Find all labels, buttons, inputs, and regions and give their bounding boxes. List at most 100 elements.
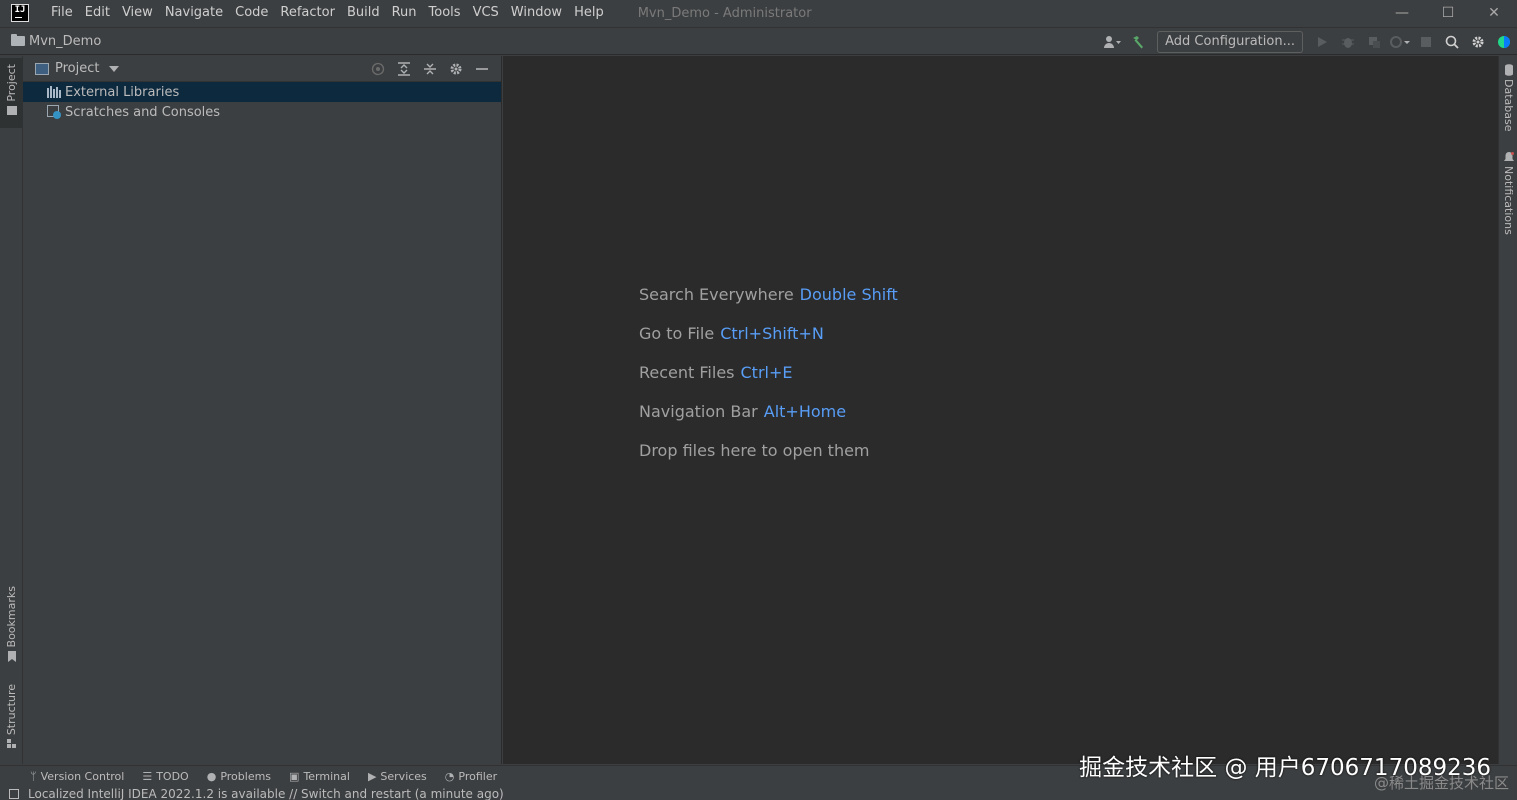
hide-panel-icon[interactable]	[469, 56, 495, 82]
status-bar: Localized IntelliJ IDEA 2022.1.2 is avai…	[0, 787, 1517, 800]
tab-notifications-label: Notifications	[1502, 166, 1515, 235]
hint-keys: Alt+Home	[763, 402, 847, 421]
tab-project[interactable]: Project	[0, 58, 23, 128]
tab-project-label: Project	[5, 64, 18, 102]
menu-window[interactable]: Window	[505, 0, 568, 26]
menu-run[interactable]: Run	[386, 0, 423, 26]
bookmark-icon	[7, 651, 16, 663]
hint-drop-files: Drop files here to open them	[639, 441, 870, 460]
right-tool-strip: Database Notifications	[1498, 56, 1517, 764]
app-logo-icon[interactable]: IJ	[11, 4, 29, 22]
window-title: Mvn_Demo - Administrator	[637, 5, 812, 21]
left-tool-strip: Project Bookmarks Structure	[0, 56, 23, 764]
menu-navigate[interactable]: Navigate	[159, 0, 229, 26]
tab-services[interactable]: ▶ Services	[368, 770, 427, 783]
profiler-icon: ◔	[444, 770, 455, 783]
settings-gear-icon[interactable]	[1465, 29, 1491, 55]
editor-area[interactable]: Search Everywhere Double Shift Go to File…	[503, 56, 1498, 764]
tab-todo[interactable]: ☰ TODO	[142, 770, 188, 783]
notification-bell-icon	[1503, 152, 1514, 161]
project-view-selector[interactable]: Project	[35, 61, 120, 76]
tab-version-control[interactable]: ᛘ Version Control	[30, 770, 124, 783]
tree-item-label: Scratches and Consoles	[65, 104, 221, 120]
hint-keys: Ctrl+Shift+N	[720, 324, 824, 343]
menu-edit[interactable]: Edit	[79, 0, 116, 26]
hint-keys: Double Shift	[799, 285, 898, 304]
menu-view[interactable]: View	[116, 0, 159, 26]
run-icon[interactable]	[1309, 29, 1335, 55]
folder-icon	[11, 34, 25, 46]
branch-icon: ᛘ	[30, 770, 37, 783]
terminal-icon: ▣	[289, 770, 300, 783]
panel-settings-gear-icon[interactable]	[443, 56, 469, 82]
services-icon: ▶	[367, 770, 377, 783]
status-message[interactable]: Localized IntelliJ IDEA 2022.1.2 is avai…	[28, 787, 504, 800]
add-configuration-button[interactable]: Add Configuration...	[1157, 31, 1303, 53]
search-icon[interactable]	[1439, 29, 1465, 55]
tab-bookmarks[interactable]: Bookmarks	[0, 586, 23, 663]
tab-database[interactable]: Database	[1499, 64, 1517, 132]
project-panel-title: Project	[55, 61, 100, 76]
run-with-coverage-icon[interactable]	[1361, 29, 1387, 55]
minimize-button[interactable]: —	[1379, 0, 1425, 26]
project-icon	[35, 62, 49, 75]
title-bar: IJ File Edit View Navigate Code Refactor…	[0, 0, 1517, 26]
menu-help[interactable]: Help	[568, 0, 610, 26]
tab-services-label: Services	[380, 770, 427, 783]
profile-dropdown-icon[interactable]	[1387, 29, 1413, 55]
tab-bookmarks-label: Bookmarks	[5, 586, 18, 648]
tree-item-scratches[interactable]: Scratches and Consoles	[23, 102, 501, 122]
tab-problems-label: Problems	[220, 770, 272, 783]
breadcrumb-project[interactable]: Mvn_Demo	[11, 34, 101, 49]
tab-terminal[interactable]: ▣ Terminal	[289, 770, 350, 783]
project-panel-header: Project	[23, 56, 501, 82]
tab-problems[interactable]: ● Problems	[207, 770, 271, 783]
menu-refactor[interactable]: Refactor	[274, 0, 341, 26]
project-panel: Project External Libraries Scratches and…	[23, 56, 502, 764]
project-panel-tools	[365, 56, 495, 82]
build-hammer-icon[interactable]	[1125, 29, 1151, 55]
debug-icon[interactable]	[1335, 29, 1361, 55]
hint-navigation-bar: Navigation Bar Alt+Home	[639, 402, 846, 421]
chevron-down-icon	[109, 65, 120, 72]
tree-item-external-libraries[interactable]: External Libraries	[23, 82, 501, 102]
collapse-all-icon[interactable]	[417, 56, 443, 82]
hint-action: Go to File	[639, 324, 715, 343]
menu-vcs[interactable]: VCS	[467, 0, 505, 26]
close-button[interactable]: ✕	[1471, 0, 1517, 26]
structure-icon	[6, 739, 16, 749]
tree-item-label: External Libraries	[65, 84, 180, 100]
menu-tools[interactable]: Tools	[423, 0, 467, 26]
user-icon[interactable]	[1099, 29, 1125, 55]
main-menu: File Edit View Navigate Code Refactor Bu…	[45, 0, 610, 26]
code-with-me-icon[interactable]	[1491, 29, 1517, 55]
select-opened-file-icon[interactable]	[365, 56, 391, 82]
expand-all-icon[interactable]	[391, 56, 417, 82]
hint-go-to-file: Go to File Ctrl+Shift+N	[639, 324, 824, 343]
toolbar-right: Add Configuration...	[1099, 28, 1517, 56]
library-icon	[47, 86, 61, 98]
app-logo-text: IJ	[14, 5, 26, 15]
hint-action: Recent Files	[639, 363, 735, 382]
maximize-button[interactable]: ☐	[1425, 0, 1471, 26]
folder-icon	[6, 105, 17, 115]
hint-action: Drop files here to open them	[639, 441, 870, 460]
window-controls: — ☐ ✕	[1379, 0, 1517, 26]
tab-database-label: Database	[1502, 79, 1515, 132]
hint-search-everywhere: Search Everywhere Double Shift	[639, 285, 898, 304]
tab-structure[interactable]: Structure	[0, 684, 23, 749]
tab-version-control-label: Version Control	[40, 770, 125, 783]
stop-icon[interactable]	[1413, 29, 1439, 55]
tab-notifications[interactable]: Notifications	[1499, 152, 1517, 235]
menu-file[interactable]: File	[45, 0, 79, 26]
database-icon	[1504, 64, 1513, 76]
hint-action: Navigation Bar	[639, 402, 758, 421]
tab-structure-label: Structure	[5, 684, 18, 736]
tab-profiler[interactable]: ◔ Profiler	[445, 770, 497, 783]
menu-build[interactable]: Build	[341, 0, 386, 26]
toggle-tool-windows-icon[interactable]	[9, 788, 19, 799]
tab-terminal-label: Terminal	[303, 770, 350, 783]
problems-icon: ●	[206, 770, 217, 783]
hint-recent-files: Recent Files Ctrl+E	[639, 363, 792, 382]
menu-code[interactable]: Code	[229, 0, 274, 26]
